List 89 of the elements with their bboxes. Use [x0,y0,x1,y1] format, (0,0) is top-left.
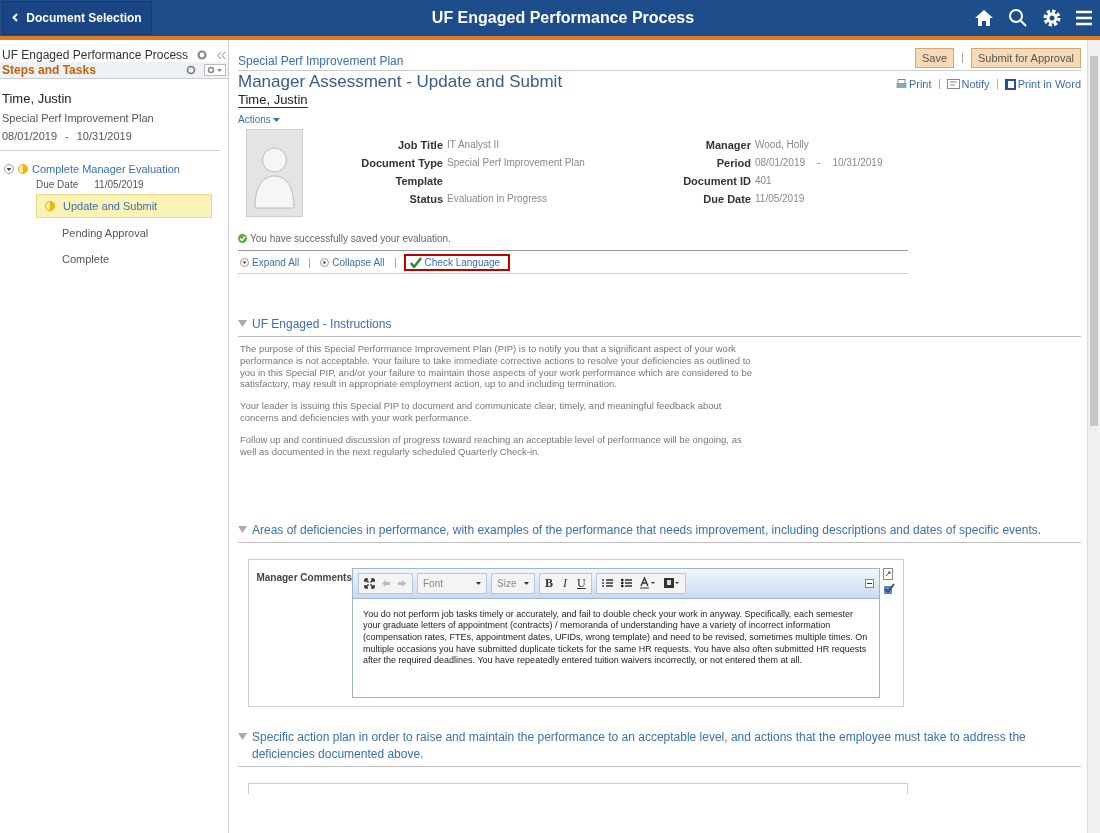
toolbar-link[interactable]: Check Language [403,254,511,271]
notify-icon [946,79,960,89]
task-item[interactable]: Pending Approval [36,222,212,244]
field-label: Manager [704,139,751,151]
date-separator: - [65,130,69,142]
field-label: Due Date [702,193,751,205]
field-label: Document ID [682,175,751,187]
field-value: 11/05/2019 [755,193,805,205]
chevron-left-icon [12,13,19,22]
underline-button[interactable]: U [577,575,586,591]
search-icon[interactable] [1008,8,1028,28]
field-value: IT Analyst II [447,139,500,151]
bullet-list-icon[interactable] [620,578,632,589]
section-label: Steps and Tasks [2,63,97,77]
instruction-text: The purpose of this Special Performance Improvement Plan (PIP) is to notify you that a significant aspect of your work performance is not acceptable. Your failure to take immediate corrective actions to resolve your deficiencies as outlined to you in this Special PIP, and/or your failure to maintain those aspects of your work performance which are considered to be satisfactory, may result in appropriate employment action, up to and including termination. [240,342,754,391]
printer-icon [895,78,907,90]
breadcrumb: Special Perf Improvement Plan [238,54,405,68]
scrollbar-thumb[interactable] [1090,56,1098,426]
start-date: 08/01/2019 [2,130,58,142]
avatar-icon [246,129,303,217]
field-label: Period [715,157,751,169]
actions-menu[interactable]: Actions [238,114,280,125]
save-button[interactable]: Save [914,48,954,68]
task-item[interactable]: Complete [36,248,212,270]
page-title: UF Engaged Performance Process [430,9,696,27]
submit-button[interactable]: Submit for Approval [971,48,1081,68]
toolbar-link[interactable]: Notify [946,78,990,90]
end-date: 10/31/2019 [76,130,132,142]
field-value: Wood, Holly [755,139,809,151]
toolbar-link[interactable]: Expand All [238,255,302,270]
task-link[interactable]: Complete Manager Evaluation [32,163,180,175]
expand-icon [240,258,249,267]
background-color-icon[interactable] [663,577,680,590]
field-value: 401 [755,175,772,187]
toolbar-link[interactable]: Print in Word [1004,78,1081,90]
employee-name[interactable]: Time, Justin [238,92,308,108]
text-color-icon[interactable] [639,577,656,590]
triangle-icon [238,733,247,741]
settings-icon[interactable] [1042,8,1062,28]
field-label: Document Type [360,157,443,169]
panel-title: UF Engaged Performance Process [2,48,190,62]
triangle-icon [238,320,247,327]
font-dropdown[interactable]: Font [417,572,487,594]
field-label: Job Title [396,139,443,151]
instruction-text: Your leader is issuing this Special PIP to document and communicate clear, timely, and meaningful feedback about concerns and deficiencies with your work performance. [240,400,723,425]
home-icon[interactable] [974,8,994,28]
checkmark-icon [409,257,422,268]
field-value: Evaluation in Progress [447,193,548,205]
collapse-icon[interactable] [217,50,226,60]
employee-name: Time, Justin [2,91,73,106]
caret-icon [476,581,481,585]
collapse-toggle-icon[interactable] [4,164,14,174]
italic-button[interactable]: I [563,575,567,591]
field-value: 08/01/2019 [755,157,806,169]
field-label: Status [408,193,443,205]
due-label: Due Date [36,179,79,190]
success-icon [238,234,247,243]
menu-icon[interactable] [1076,8,1092,28]
field-label: Manager Comments [255,571,352,585]
page-heading: Manager Assessment - Update and Submit [238,72,564,92]
due-date: 11/05/2019 [94,179,144,190]
gear-menu-icon[interactable] [204,64,226,76]
resize-icon[interactable] [883,567,893,580]
numbered-list-icon[interactable] [601,578,613,589]
instruction-text: Follow up and continued discussion of progress toward reaching an acceptable level of performance will be ongoing, as well as documented in the next regularly scheduled Quarterly Check-in. [240,434,743,458]
collapse-icon [320,258,330,267]
document-type: Special Perf Improvement Plan [2,112,155,124]
size-dropdown[interactable]: Size [491,572,535,594]
toolbar-link[interactable]: Print [895,78,932,90]
caret-icon [524,581,529,585]
field-value: 10/31/2019 [832,157,883,169]
section-header[interactable]: Areas of deficiencies in performance, with examples of the performance that needs improvement, including descriptions and dates of specific events. [238,521,1081,543]
task-item[interactable]: Update and Submit [36,194,212,218]
toolbar-link[interactable]: Collapse All [318,255,387,270]
bold-button[interactable]: B [545,575,553,591]
spell-check-icon[interactable] [883,582,895,595]
date-separator: - [817,157,821,169]
back-button[interactable]: Document Selection [2,1,152,35]
success-message: You have successfully saved your evaluation. [250,233,451,244]
field-label: Template [394,175,443,187]
section-header[interactable]: Specific action plan in order to raise and maintain the performance to an acceptable level, and actions that the employee must take to address the deficiencies documented above. [238,729,1081,767]
caret-icon [272,117,280,122]
triangle-icon [238,525,247,533]
field-value: Special Perf Improvement Plan [447,157,585,169]
maximize-icon[interactable] [364,577,375,589]
comment-text: You do not perform job tasks timely or accurately, and fail to double check your work in anyway. Specifically, each semester your graduate letters of appointment (contracts) / memoranda of understanding have a variety of incorrect information (compensation rates, FTEs, appointment dates, UFIDs, wrong template) and need to be revised, sometimes multiple times. On multiple occasions you have submitted duplicate tickets for the same HR requests. You have also often submitted HR requests after the required deadlines. You have repeatedly entered tuition waivers incorrectly, or not entered them at all. [362,607,869,668]
section-header[interactable]: UF Engaged - Instructions [238,316,1081,337]
rich-text-editor[interactable] [352,567,880,699]
collapse-toolbar-icon[interactable] [865,578,874,588]
